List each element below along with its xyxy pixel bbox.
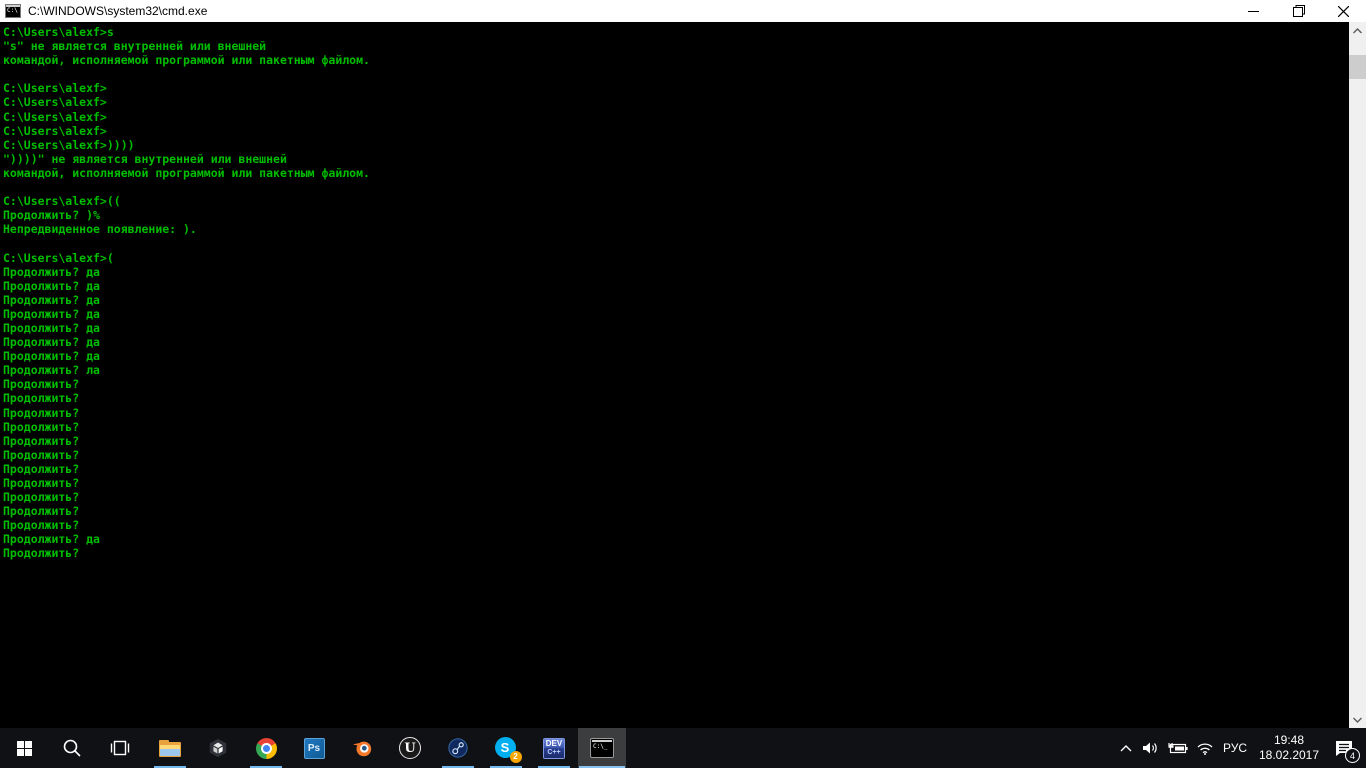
console-line: Продолжить? да: [3, 265, 1349, 279]
battery-charging-icon: [1168, 742, 1188, 754]
tray-clock[interactable]: 19:48 18.02.2017: [1252, 728, 1326, 768]
close-button[interactable]: [1321, 0, 1366, 22]
photoshop-icon: Ps: [304, 738, 325, 759]
console-line: командой, исполняемой программой или пак…: [3, 53, 1349, 67]
console-line: C:\Users\alexf>((: [3, 194, 1349, 208]
console-line: Продолжить?: [3, 420, 1349, 434]
console-line: C:\Users\alexf>: [3, 124, 1349, 138]
console-line: Продолжить?: [3, 518, 1349, 532]
taskbar-dev-cpp[interactable]: DEV C++: [530, 728, 578, 768]
volume-icon: [1142, 741, 1160, 755]
tray-wifi[interactable]: [1192, 728, 1218, 768]
dev-cpp-icon: DEV C++: [543, 738, 565, 759]
minimize-button[interactable]: [1231, 0, 1276, 22]
scrollbar-thumb[interactable]: [1349, 55, 1366, 79]
taskbar-blender[interactable]: [338, 728, 386, 768]
tray-volume[interactable]: [1138, 728, 1164, 768]
system-tray: РУС 19:48 18.02.2017 4: [1114, 728, 1366, 768]
console-line: Продолжить?: [3, 406, 1349, 420]
windows-logo-icon: [17, 741, 32, 756]
scroll-down-arrow[interactable]: [1349, 711, 1366, 728]
console-line: [3, 67, 1349, 81]
window-title: C:\WINDOWS\system32\cmd.exe: [28, 4, 207, 18]
console-line: Продолжить? да: [3, 293, 1349, 307]
console-line: C:\Users\alexf>(: [3, 251, 1349, 265]
notification-count-badge: 4: [1345, 748, 1360, 763]
console-line: C:\Users\alexf>: [3, 95, 1349, 109]
console-line: Продолжить?: [3, 504, 1349, 518]
taskbar-task-view[interactable]: [96, 728, 144, 768]
console-line: [3, 236, 1349, 250]
console-line: Продолжить?: [3, 434, 1349, 448]
console-line: C:\Users\alexf>)))): [3, 138, 1349, 152]
taskbar-cmd[interactable]: C:\_: [578, 728, 626, 768]
skype-badge: 2: [510, 751, 522, 763]
file-explorer-icon: [159, 740, 181, 757]
console-line: Продолжить? да: [3, 335, 1349, 349]
console-line: Продолжить?: [3, 377, 1349, 391]
tray-chevron[interactable]: [1114, 728, 1138, 768]
console-line: Продолжить?: [3, 546, 1349, 560]
chevron-up-icon: [1120, 745, 1132, 752]
taskbar: Ps U: [0, 728, 1366, 768]
console-line: Продолжить?: [3, 391, 1349, 405]
taskbar-photoshop[interactable]: Ps: [290, 728, 338, 768]
steam-icon: [447, 737, 469, 759]
task-view-icon: [109, 740, 131, 756]
console-line: Продолжить? )%: [3, 208, 1349, 222]
chrome-icon: [256, 738, 277, 759]
skype-icon: S 2: [495, 737, 518, 760]
taskbar-steam[interactable]: [434, 728, 482, 768]
console-line: C:\Users\alexf>: [3, 81, 1349, 95]
restore-button[interactable]: [1276, 0, 1321, 22]
search-icon: [62, 738, 82, 758]
desktop-screen: C:\ C:\WINDOWS\system32\cmd.exe C:\Users…: [0, 0, 1366, 768]
console-line: Продолжить? да: [3, 279, 1349, 293]
taskbar-file-explorer[interactable]: [146, 728, 194, 768]
blender-icon: [351, 737, 373, 759]
taskbar-search[interactable]: [48, 728, 96, 768]
console-line: C:\Users\alexf>: [3, 110, 1349, 124]
console-line: Непредвиденное появление: ).: [3, 222, 1349, 236]
console-line: "s" не является внутренней или внешней: [3, 39, 1349, 53]
window-titlebar: C:\ C:\WINDOWS\system32\cmd.exe: [0, 0, 1366, 22]
unreal-engine-icon: U: [399, 737, 421, 759]
console-line: "))))" не является внутренней или внешне…: [3, 152, 1349, 166]
console-line: C:\Users\alexf>s: [3, 25, 1349, 39]
console-line: Продолжить? ла: [3, 363, 1349, 377]
wifi-icon: [1196, 742, 1214, 755]
tray-time: 19:48: [1259, 733, 1319, 748]
tray-battery[interactable]: [1164, 728, 1192, 768]
tray-date: 18.02.2017: [1259, 748, 1319, 763]
taskbar-chrome[interactable]: [242, 728, 290, 768]
console-line: командой, исполняемой программой или пак…: [3, 166, 1349, 180]
console-scrollbar[interactable]: [1349, 22, 1366, 728]
scroll-up-arrow[interactable]: [1349, 22, 1366, 39]
console-line: Продолжить? да: [3, 307, 1349, 321]
console-output: C:\Users\alexf>s"s" не является внутренн…: [0, 22, 1349, 728]
unity-icon: [207, 737, 229, 759]
taskbar-unity[interactable]: [194, 728, 242, 768]
console-line: Продолжить?: [3, 490, 1349, 504]
console-line: Продолжить? да: [3, 349, 1349, 363]
taskbar-start[interactable]: [0, 728, 48, 768]
taskbar-unreal-engine[interactable]: U: [386, 728, 434, 768]
taskbar-skype[interactable]: S 2: [482, 728, 530, 768]
tray-language[interactable]: РУС: [1218, 728, 1252, 768]
console-line: Продолжить?: [3, 448, 1349, 462]
console-line: [3, 180, 1349, 194]
cmd-window-icon: C:\: [5, 4, 21, 18]
console-line: Продолжить?: [3, 462, 1349, 476]
console-line: Продолжить? да: [3, 321, 1349, 335]
cmd-icon: C:\_: [590, 738, 614, 758]
console-line: Продолжить?: [3, 476, 1349, 490]
console-line: Продолжить? да: [3, 532, 1349, 546]
tray-action-center[interactable]: 4: [1326, 728, 1362, 768]
